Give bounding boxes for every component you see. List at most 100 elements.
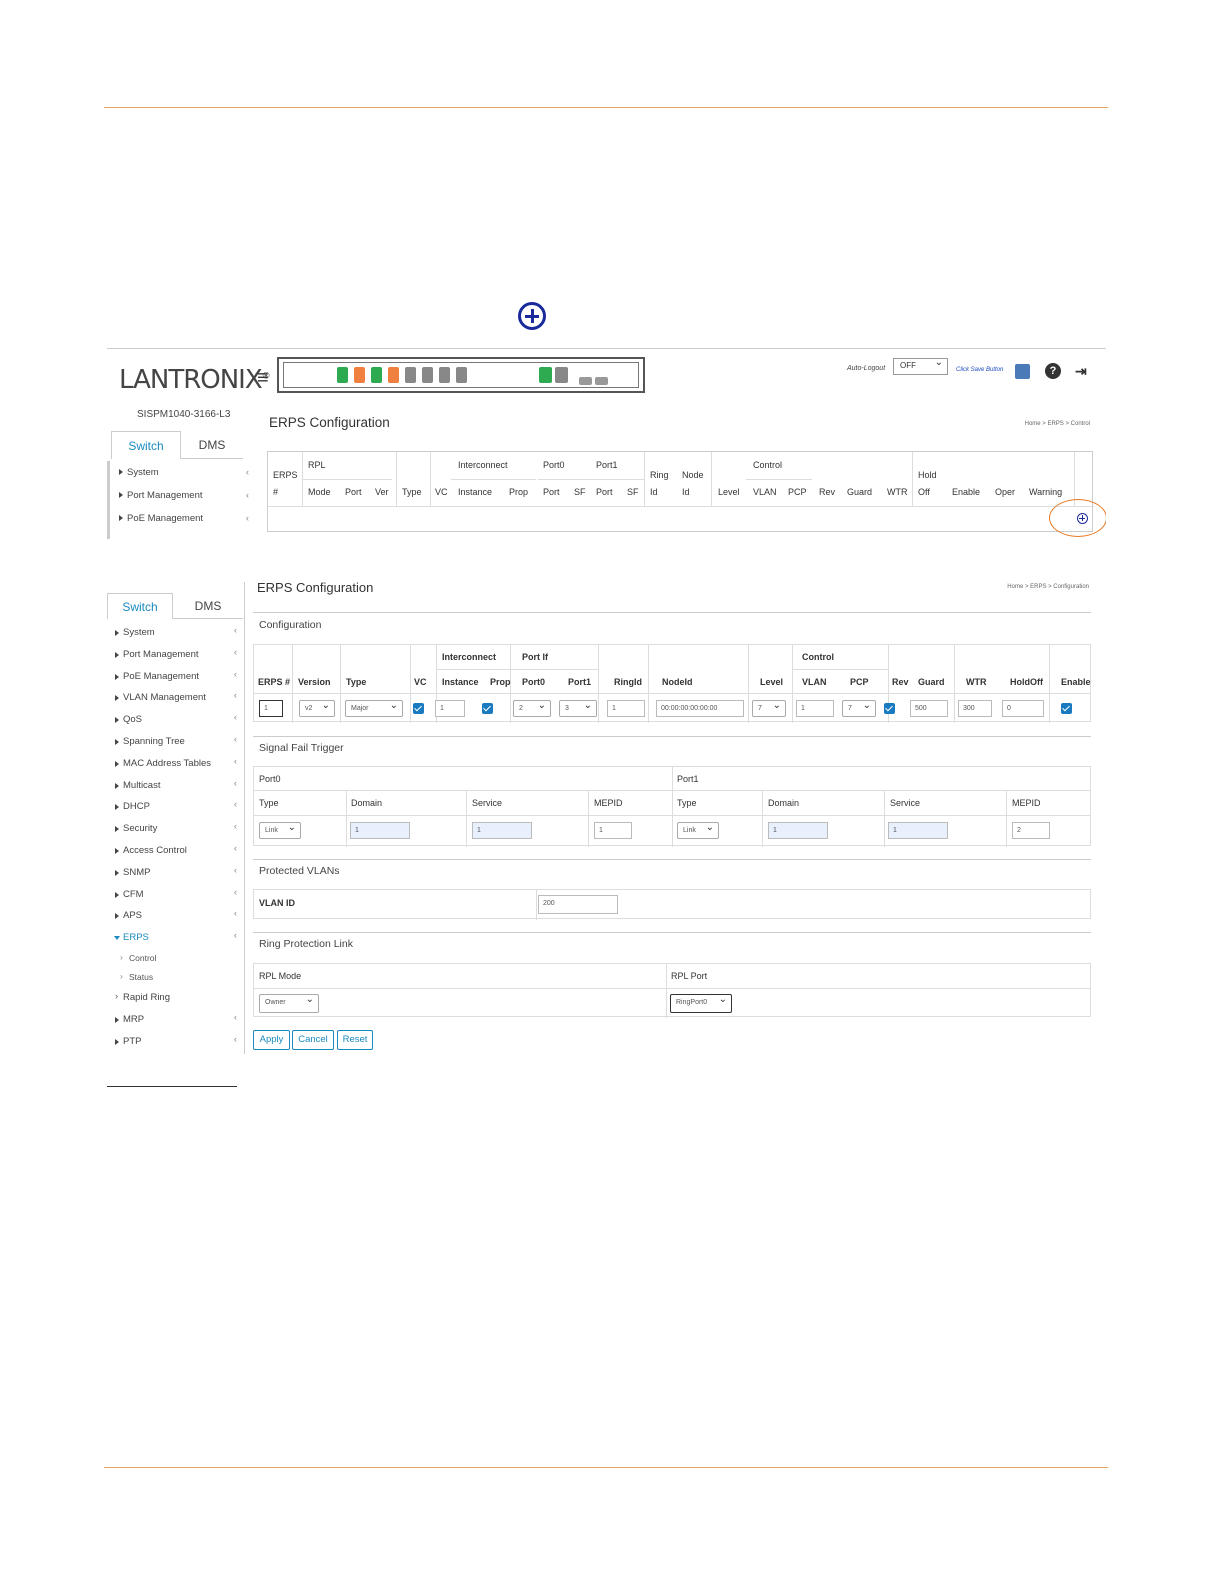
port-icon[interactable] (439, 367, 450, 383)
sft-port1-domain-input[interactable]: 1 (768, 822, 828, 839)
port-icon[interactable] (354, 367, 365, 383)
sidebar-item-system[interactable]: System (107, 620, 243, 644)
sft-col-type-p1: Type (677, 798, 697, 808)
port-icon[interactable] (388, 367, 399, 383)
sidebar-item-dhcp[interactable]: DHCP (107, 794, 243, 818)
device-name: SISPM1040-3166-L3 (137, 409, 231, 420)
type-select[interactable]: Major (345, 700, 403, 717)
col-level: Level (718, 487, 740, 497)
sft-port1-mepid-input[interactable]: 2 (1012, 822, 1050, 839)
guard-input[interactable]: 500 (910, 700, 948, 717)
sft-port0-mepid-input[interactable]: 1 (594, 822, 632, 839)
sft-port1-type-select[interactable]: Link (677, 822, 719, 839)
sft-col-mepid: MEPID (594, 798, 623, 808)
lantronix-logo: LANTRONIX® (119, 365, 271, 395)
tab-dms[interactable]: DMS (173, 593, 243, 619)
sidebar-item-rapid-ring[interactable]: Rapid Ring (107, 986, 243, 1009)
tab-switch[interactable]: Switch (111, 431, 181, 459)
vlan-id-input[interactable]: 200 (538, 895, 618, 914)
level-select[interactable]: 7 (752, 700, 786, 717)
sidebar-item-port-management[interactable]: Port Management (111, 484, 253, 507)
col-instance: Instance (458, 487, 493, 497)
save-link[interactable]: Click Save Button (956, 367, 1003, 373)
nodeid-input[interactable]: 00:00:00:00:00:00 (656, 700, 744, 717)
sidebar-item-spanning-tree[interactable]: Spanning Tree (107, 729, 243, 753)
hamburger-menu-icon[interactable]: ≡ (257, 367, 269, 390)
port0-select[interactable]: 2 (513, 700, 551, 717)
sidebar-item-aps[interactable]: APS (107, 903, 243, 927)
auto-logout-select[interactable]: OFF (893, 357, 948, 375)
rpl-port-label: RPL Port (671, 971, 708, 981)
sidebar-item-poe-management[interactable]: PoE Management (107, 664, 243, 688)
save-icon[interactable] (1015, 364, 1030, 379)
sidebar-item-snmp[interactable]: SNMP (107, 860, 243, 884)
sfp-port-icon[interactable] (579, 377, 592, 385)
sft-port0-domain-input[interactable]: 1 (350, 822, 410, 839)
col-port1: Port1 (568, 677, 592, 687)
sidebar-item-ptp[interactable]: PTP (107, 1029, 243, 1053)
protected-vlans-table: VLAN ID 200 (253, 889, 1091, 920)
logout-icon[interactable]: ⇥ (1075, 363, 1091, 379)
erps-num-input[interactable]: 1 (259, 700, 283, 717)
sidebar-item-qos[interactable]: QoS (107, 707, 243, 731)
sfp-port-icon[interactable] (595, 377, 608, 385)
port-icon[interactable] (405, 367, 416, 383)
col-port1: Port1 (596, 460, 618, 470)
sft-port0-type-select[interactable]: Link (259, 822, 301, 839)
sidebar-item-access-control[interactable]: Access Control (107, 838, 243, 862)
rpl-mode-select[interactable]: Owner (259, 994, 319, 1013)
sidebar-item-security[interactable]: Security (107, 816, 243, 840)
page-title: ERPS Configuration (269, 415, 390, 430)
port-icon[interactable] (456, 367, 467, 383)
sidebar-item-vlan-management[interactable]: VLAN Management (107, 685, 243, 709)
reset-button[interactable]: Reset (337, 1030, 373, 1050)
rpl-port-select[interactable]: RingPort0 (670, 994, 732, 1013)
add-plus-icon (518, 302, 546, 330)
help-icon[interactable]: ? (1045, 363, 1061, 379)
col-pcp: PCP (788, 487, 807, 497)
vlan-input[interactable]: 1 (796, 700, 834, 717)
sidebar-item-erps[interactable]: ERPS (107, 925, 243, 949)
port-icon[interactable] (371, 367, 382, 383)
rev-checkbox[interactable] (884, 703, 895, 714)
cancel-button[interactable]: Cancel (292, 1030, 334, 1050)
sft-col-service-p1: Service (890, 798, 921, 808)
instance-input[interactable]: 1 (435, 700, 465, 717)
sidebar-item-port-management[interactable]: Port Management (107, 642, 243, 666)
apply-button[interactable]: Apply (253, 1030, 290, 1050)
sidebar-item-system[interactable]: System (111, 461, 253, 484)
wtr-input[interactable]: 300 (958, 700, 992, 717)
tab-switch[interactable]: Switch (107, 593, 173, 619)
add-entry-plus-icon[interactable] (1077, 513, 1088, 524)
sft-port0-service-input[interactable]: 1 (472, 822, 532, 839)
tab-dms[interactable]: DMS (181, 431, 243, 459)
enable-checkbox[interactable] (1061, 703, 1072, 714)
sft-port1-service-input[interactable]: 1 (888, 822, 948, 839)
sfp-port-icon[interactable] (539, 367, 552, 383)
col-vc: VC (435, 487, 448, 497)
ringid-input[interactable]: 1 (607, 700, 645, 717)
main-content: ERPS Configuration Home > ERPS > Configu… (244, 582, 1103, 1054)
holdoff-input[interactable]: 0 (1002, 700, 1044, 717)
port-icon[interactable] (337, 367, 348, 383)
sidebar-item-mac-address-tables[interactable]: MAC Address Tables (107, 751, 243, 775)
col-wtr: WTR (966, 677, 987, 687)
col-port0-port: Port (543, 487, 560, 497)
auto-logout-label: Auto-Logout (847, 365, 886, 372)
sidebar-item-mrp[interactable]: MRP (107, 1007, 243, 1031)
col-type: Type (402, 487, 422, 497)
sfp-port-icon[interactable] (555, 367, 568, 383)
sidebar-subitem-status[interactable]: Status (107, 967, 243, 987)
col-enable: Enable (1061, 677, 1091, 687)
pcp-select[interactable]: 7 (842, 700, 876, 717)
port1-select[interactable]: 3 (559, 700, 597, 717)
col-off: Off (918, 487, 930, 497)
sidebar-item-cfm[interactable]: CFM (107, 882, 243, 906)
prop-checkbox[interactable] (482, 703, 493, 714)
sidebar-subitem-control[interactable]: Control (107, 948, 243, 968)
sidebar-item-multicast[interactable]: Multicast (107, 773, 243, 797)
sidebar-item-poe-management[interactable]: PoE Management (111, 507, 253, 530)
version-select[interactable]: v2 (299, 700, 335, 717)
port-icon[interactable] (422, 367, 433, 383)
vc-checkbox[interactable] (413, 703, 424, 714)
